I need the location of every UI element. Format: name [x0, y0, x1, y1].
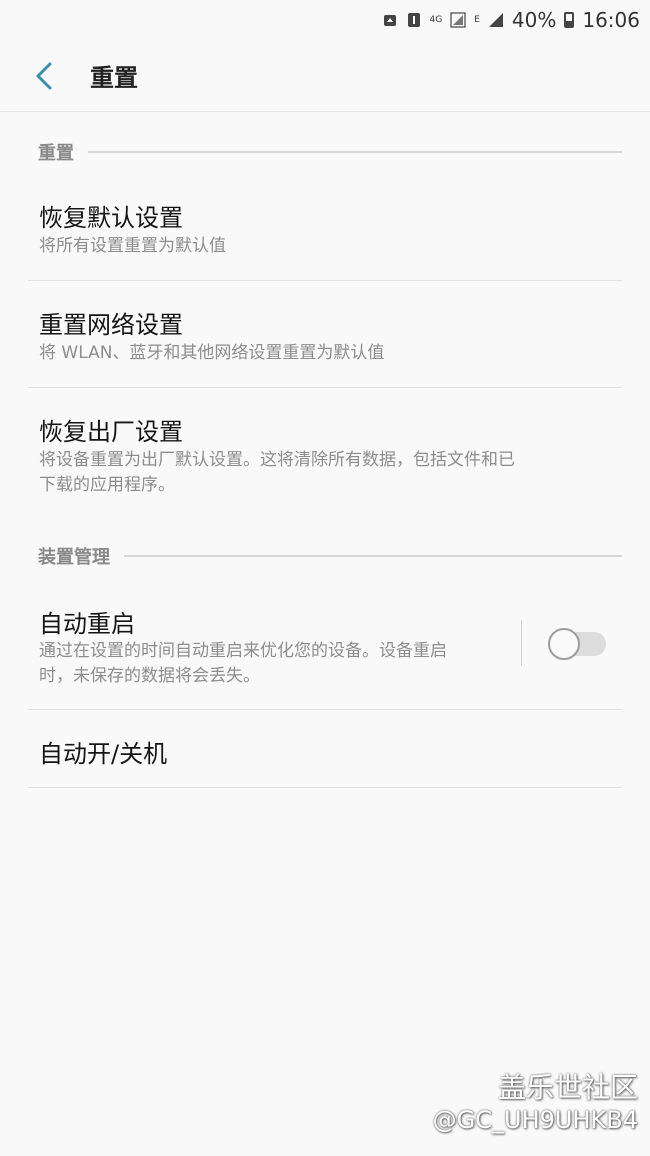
sim-1-icon [407, 13, 420, 27]
section-label: 装置管理 [38, 547, 110, 568]
section-divider [88, 151, 622, 153]
app-bar: 重置 [0, 40, 650, 112]
item-subtitle-line-1: 通过在设置的时间自动重启来优化您的设备。设备重启 [39, 641, 447, 661]
section-header-device-management: 装置管理 [38, 545, 622, 568]
recycle-icon [383, 15, 396, 26]
battery-percent: 40% [511, 8, 557, 32]
item-title: 恢复出厂设置 [39, 418, 183, 446]
item-subtitle: 将所有设置重置为默认值 [39, 236, 226, 256]
item-reset-default-settings[interactable]: 恢复默认设置 将所有设置重置为默认值 [28, 186, 622, 280]
item-subtitle: 将 WLAN、蓝牙和其他网络设置重置为默认值 [39, 343, 385, 363]
list-divider [28, 787, 622, 788]
item-title: 重置网络设置 [39, 311, 183, 339]
section-label: 重置 [38, 143, 74, 164]
item-auto-power-on-off[interactable]: 自动开/关机 [28, 710, 622, 787]
chevron-left-icon[interactable] [28, 58, 64, 94]
item-subtitle-line-1: 将设备重置为出厂默认设置。这将清除所有数据，包括文件和已 [39, 450, 515, 470]
signal-icon [450, 12, 466, 28]
status-bar: 4G E 40% 16:06 [0, 0, 650, 40]
item-title: 自动开/关机 [39, 740, 168, 768]
reset-settings-screen: 4G E 40% 16:06 重置 重置 恢复默认设置 将所有设置重置为默认值 … [0, 0, 650, 1156]
watermark-logo: 盖乐世社区 [497, 1071, 638, 1104]
item-subtitle-line-2: 时，未保存的数据将会丢失。 [39, 666, 260, 686]
item-factory-reset[interactable]: 恢复出厂设置 将设备重置为出厂默认设置。这将清除所有数据，包括文件和已 下载的应… [28, 388, 622, 518]
auto-restart-toggle[interactable] [548, 628, 606, 660]
battery-icon [564, 12, 575, 28]
network-4g-label: 4G [429, 14, 443, 25]
item-auto-restart[interactable]: 自动重启 通过在设置的时间自动重启来优化您的设备。设备重启 时，未保存的数据将会… [28, 590, 508, 708]
clock: 16:06 [582, 8, 640, 32]
watermark-handle: @GC_UH9UHKB4 [432, 1106, 638, 1134]
item-title: 自动重启 [39, 610, 135, 638]
section-divider [124, 555, 622, 557]
status-icons: 4G E 40% 16:06 [382, 8, 640, 32]
toggle-thumb [548, 628, 580, 660]
item-title: 恢复默认设置 [39, 204, 183, 232]
signal-icon [488, 13, 503, 27]
toggle-separator [521, 620, 522, 666]
item-subtitle-line-2: 下载的应用程序。 [39, 475, 175, 495]
network-e-label: E [474, 14, 480, 25]
item-reset-network-settings[interactable]: 重置网络设置 将 WLAN、蓝牙和其他网络设置重置为默认值 [28, 281, 622, 387]
section-header-reset: 重置 [38, 141, 622, 164]
page-title: 重置 [90, 64, 138, 92]
